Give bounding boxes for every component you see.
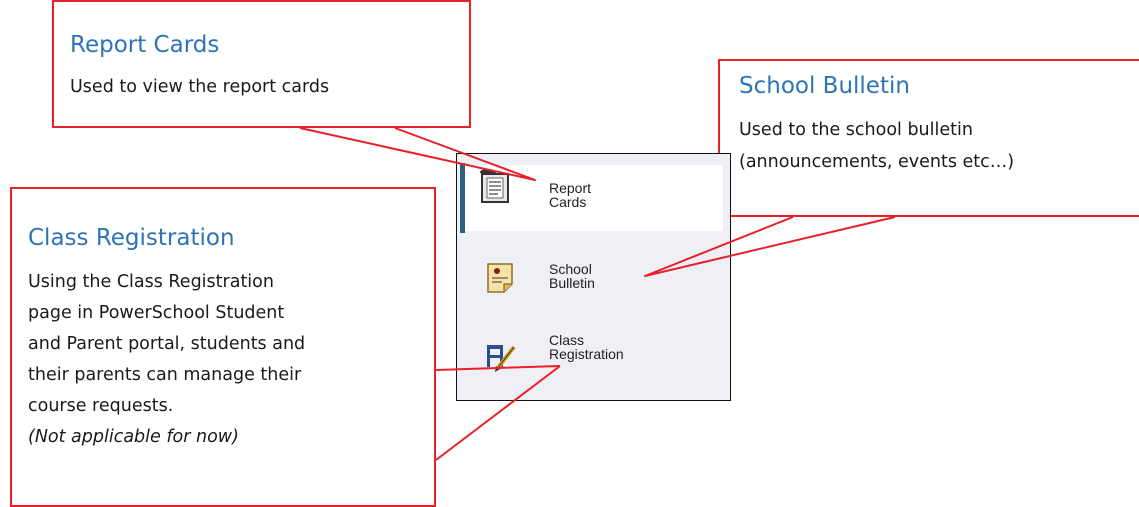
menu-item-label: Class Registration [549, 333, 624, 361]
class-registration-callout: Class Registration Using the Class Regis… [10, 187, 436, 507]
menu-item-label-line-2: Cards [549, 194, 587, 210]
class-registration-callout-body: Using the Class Registration page in Pow… [28, 267, 305, 453]
class-registration-icon [487, 345, 516, 372]
class-registration-callout-title: Class Registration [28, 225, 235, 251]
menu-item-label: School Bulletin [549, 262, 595, 290]
class-registration-line-1: Using the Class Registration [28, 272, 274, 292]
menu-item-class-registration[interactable]: Class Registration [465, 323, 723, 389]
bulletin-icon [487, 263, 513, 293]
portal-menu: Report Cards School Bulletin Class Regis… [456, 153, 731, 401]
school-bulletin-callout: School Bulletin Used to the school bulle… [718, 59, 1139, 217]
menu-item-label-line-1: Report [549, 180, 592, 196]
menu-item-report-cards[interactable]: Report Cards [460, 163, 723, 233]
report-cards-callout-text: Used to view the report cards [70, 77, 330, 97]
class-registration-line-5: course requests. [28, 396, 174, 416]
report-cards-callout-title: Report Cards [70, 32, 220, 58]
report-card-icon [480, 169, 509, 203]
class-registration-line-4: their parents can manage their [28, 365, 302, 385]
active-indicator [460, 163, 465, 233]
menu-item-label-line-1: School [549, 261, 592, 277]
menu-item-label-line-2: Registration [549, 346, 624, 362]
class-registration-line-3: and Parent portal, students and [28, 334, 306, 354]
school-bulletin-callout-line-1: Used to the school bulletin [739, 120, 973, 140]
school-bulletin-callout-line-2: (announcements, events etc…) [739, 152, 1015, 172]
menu-item-label-line-1: Class [549, 332, 585, 348]
school-bulletin-callout-title: School Bulletin [739, 73, 910, 99]
menu-item-school-bulletin[interactable]: School Bulletin [465, 244, 723, 310]
menu-item-label: Report Cards [549, 181, 591, 209]
menu-item-label-line-2: Bulletin [549, 275, 595, 291]
class-registration-note: (Not applicable for now) [28, 427, 239, 447]
report-cards-callout: Report Cards Used to view the report car… [52, 0, 471, 128]
class-registration-line-2: page in PowerSchool Student [28, 303, 285, 323]
